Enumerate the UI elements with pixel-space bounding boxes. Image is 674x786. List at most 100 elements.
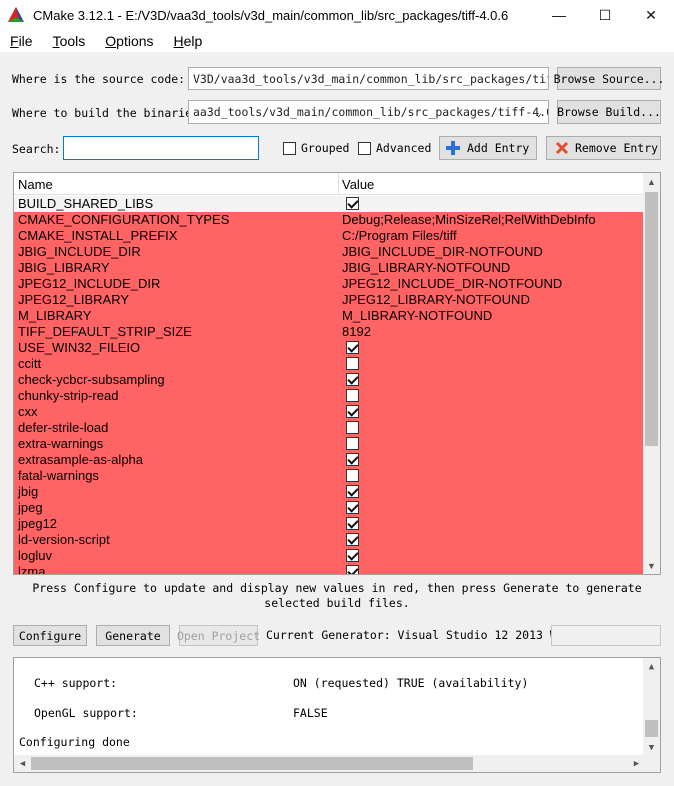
entry-value-checkbox[interactable] — [346, 357, 359, 370]
header-value[interactable]: Value — [342, 177, 374, 192]
entry-value[interactable]: JBIG_LIBRARY-NOTFOUND — [342, 260, 510, 276]
search-input[interactable] — [63, 136, 259, 160]
scroll-up-icon[interactable]: ▲ — [643, 658, 660, 675]
generate-button[interactable]: Generate — [96, 625, 170, 646]
binaries-path-combobox[interactable]: aa3d_tools/v3d_main/common_lib/src_packa… — [188, 100, 549, 124]
header-divider[interactable] — [338, 173, 339, 195]
remove-entry-button[interactable]: Remove Entry — [546, 136, 661, 160]
output-vertical-scrollbar[interactable]: ▲ ▼ — [643, 658, 660, 756]
table-row[interactable]: logluv — [14, 548, 644, 564]
minimize-button[interactable]: — — [536, 0, 582, 30]
table-vertical-scrollbar[interactable]: ▲ ▼ — [643, 173, 660, 574]
open-project-button[interactable]: Open Project — [177, 625, 260, 646]
maximize-button[interactable]: ☐ — [582, 0, 628, 30]
close-button[interactable]: ✕ — [628, 0, 674, 30]
entry-name: fatal-warnings — [18, 468, 99, 483]
entry-name: BUILD_SHARED_LIBS — [18, 196, 154, 211]
table-row[interactable]: chunky-strip-read — [14, 388, 644, 404]
menu-tools[interactable]: Tools — [43, 33, 96, 49]
table-row[interactable]: defer-strile-load — [14, 420, 644, 436]
info-text: Press Configure to update and display ne… — [32, 581, 642, 610]
menu-help[interactable]: Help — [164, 33, 213, 49]
entry-value-checkbox[interactable] — [346, 389, 359, 402]
table-row[interactable]: USE_WIN32_FILEIO — [14, 340, 644, 356]
entry-value-checkbox[interactable] — [346, 453, 359, 466]
scroll-thumb[interactable] — [645, 192, 658, 446]
entry-value-checkbox[interactable] — [346, 549, 359, 562]
table-row[interactable]: jbig — [14, 484, 644, 500]
entry-value-checkbox[interactable] — [346, 517, 359, 530]
table-row[interactable]: jpeg — [14, 500, 644, 516]
entry-value-checkbox[interactable] — [346, 197, 359, 210]
table-header: Name Value — [14, 173, 644, 195]
table-row[interactable]: CMAKE_INSTALL_PREFIX C:/Program Files/tif… — [14, 228, 644, 244]
add-entry-button[interactable]: Add Entry — [439, 136, 537, 160]
output-log[interactable]: C++ support: ON (requested) TRUE (availa… — [13, 657, 661, 773]
scroll-left-icon[interactable]: ◀ — [14, 755, 31, 772]
title-bar: CMake 3.12.1 - E:/V3D/vaa3d_tools/v3d_ma… — [0, 0, 674, 30]
entry-value-checkbox[interactable] — [346, 373, 359, 386]
table-row[interactable]: jpeg12 — [14, 516, 644, 532]
entry-name: extra-warnings — [18, 436, 104, 451]
table-row[interactable]: CMAKE_CONFIGURATION_TYPES Debug;Release;M… — [14, 212, 644, 228]
entry-value[interactable]: JPEG12_INCLUDE_DIR-NOTFOUND — [342, 276, 562, 292]
entry-name: CMAKE_CONFIGURATION_TYPES — [18, 212, 230, 227]
entry-value[interactable]: C:/Program Files/tiff — [342, 228, 457, 244]
scroll-down-icon[interactable]: ▼ — [643, 557, 660, 574]
browse-source-button[interactable]: Browse Source... — [554, 67, 664, 90]
entry-value-checkbox[interactable] — [346, 421, 359, 434]
advanced-checkbox-box[interactable] — [358, 141, 371, 155]
table-row[interactable]: check-ycbcr-subsampling — [14, 372, 644, 388]
header-name[interactable]: Name — [18, 177, 53, 192]
menu-file[interactable]: File — [0, 33, 43, 49]
entry-value[interactable]: JBIG_INCLUDE_DIR-NOTFOUND — [342, 244, 543, 260]
entry-value-checkbox[interactable] — [346, 533, 359, 546]
entry-name: check-ycbcr-subsampling — [18, 372, 165, 387]
table-row[interactable]: cxx — [14, 404, 644, 420]
entry-value-checkbox[interactable] — [346, 341, 359, 354]
table-row[interactable]: JPEG12_INCLUDE_DIR JPEG12_INCLUDE_DIR-NOT… — [14, 276, 644, 292]
scroll-down-icon[interactable]: ▼ — [643, 739, 660, 756]
advanced-checkbox[interactable]: Advanced — [358, 141, 431, 155]
table-row[interactable]: JPEG12_LIBRARY JPEG12_LIBRARY-NOTFOUND — [14, 292, 644, 308]
entry-value[interactable]: JPEG12_LIBRARY-NOTFOUND — [342, 292, 530, 308]
source-path-input[interactable]: V3D/vaa3d_tools/v3d_main/common_lib/src_… — [188, 67, 549, 90]
table-row[interactable]: BUILD_SHARED_LIBS — [14, 196, 644, 212]
table-row[interactable]: extrasample-as-alpha — [14, 452, 644, 468]
grouped-checkbox[interactable]: Grouped — [283, 141, 349, 155]
entry-name: extrasample-as-alpha — [18, 452, 144, 467]
table-row[interactable]: M_LIBRARY M_LIBRARY-NOTFOUND — [14, 308, 644, 324]
browse-build-button[interactable]: Browse Build... — [557, 100, 661, 124]
generator-extra-field — [551, 625, 661, 646]
scroll-thumb[interactable] — [31, 757, 473, 770]
cache-table[interactable]: Name Value BUILD_SHARED_LIBS CMAKE_CONFIG… — [13, 172, 661, 575]
entry-name: TIFF_DEFAULT_STRIP_SIZE — [18, 324, 192, 339]
entry-value-checkbox[interactable] — [346, 405, 359, 418]
entry-value-checkbox[interactable] — [346, 437, 359, 450]
table-row[interactable]: JBIG_INCLUDE_DIR JBIG_INCLUDE_DIR-NOTFOUN… — [14, 244, 644, 260]
table-row[interactable]: extra-warnings — [14, 436, 644, 452]
table-row[interactable]: ld-version-script — [14, 532, 644, 548]
table-row[interactable]: ccitt — [14, 356, 644, 372]
entry-value-checkbox[interactable] — [346, 565, 359, 574]
entry-value-checkbox[interactable] — [346, 469, 359, 482]
table-row[interactable]: lzma — [14, 564, 644, 574]
table-row[interactable]: fatal-warnings — [14, 468, 644, 484]
entry-value-checkbox[interactable] — [346, 501, 359, 514]
configure-button[interactable]: Configure — [13, 625, 87, 646]
table-rows: BUILD_SHARED_LIBS CMAKE_CONFIGURATION_TYP… — [14, 196, 644, 574]
entry-value[interactable]: 8192 — [342, 324, 371, 340]
entry-value[interactable]: Debug;Release;MinSizeRel;RelWithDebInfo — [342, 212, 596, 228]
output-horizontal-scrollbar[interactable]: ◀ ▶ — [14, 755, 645, 772]
menu-options[interactable]: Options — [95, 33, 163, 49]
scroll-up-icon[interactable]: ▲ — [643, 173, 660, 190]
entry-value[interactable]: M_LIBRARY-NOTFOUND — [342, 308, 492, 324]
table-row[interactable]: TIFF_DEFAULT_STRIP_SIZE 8192 — [14, 324, 644, 340]
scroll-thumb[interactable] — [645, 720, 658, 737]
table-row[interactable]: JBIG_LIBRARY JBIG_LIBRARY-NOTFOUND — [14, 260, 644, 276]
entry-value-checkbox[interactable] — [346, 485, 359, 498]
grouped-checkbox-box[interactable] — [283, 141, 296, 155]
output-line-value: ON (requested) TRUE (availability) — [293, 676, 529, 690]
chevron-down-icon[interactable]: ⌄ — [535, 106, 542, 119]
grouped-label: Grouped — [301, 141, 350, 155]
